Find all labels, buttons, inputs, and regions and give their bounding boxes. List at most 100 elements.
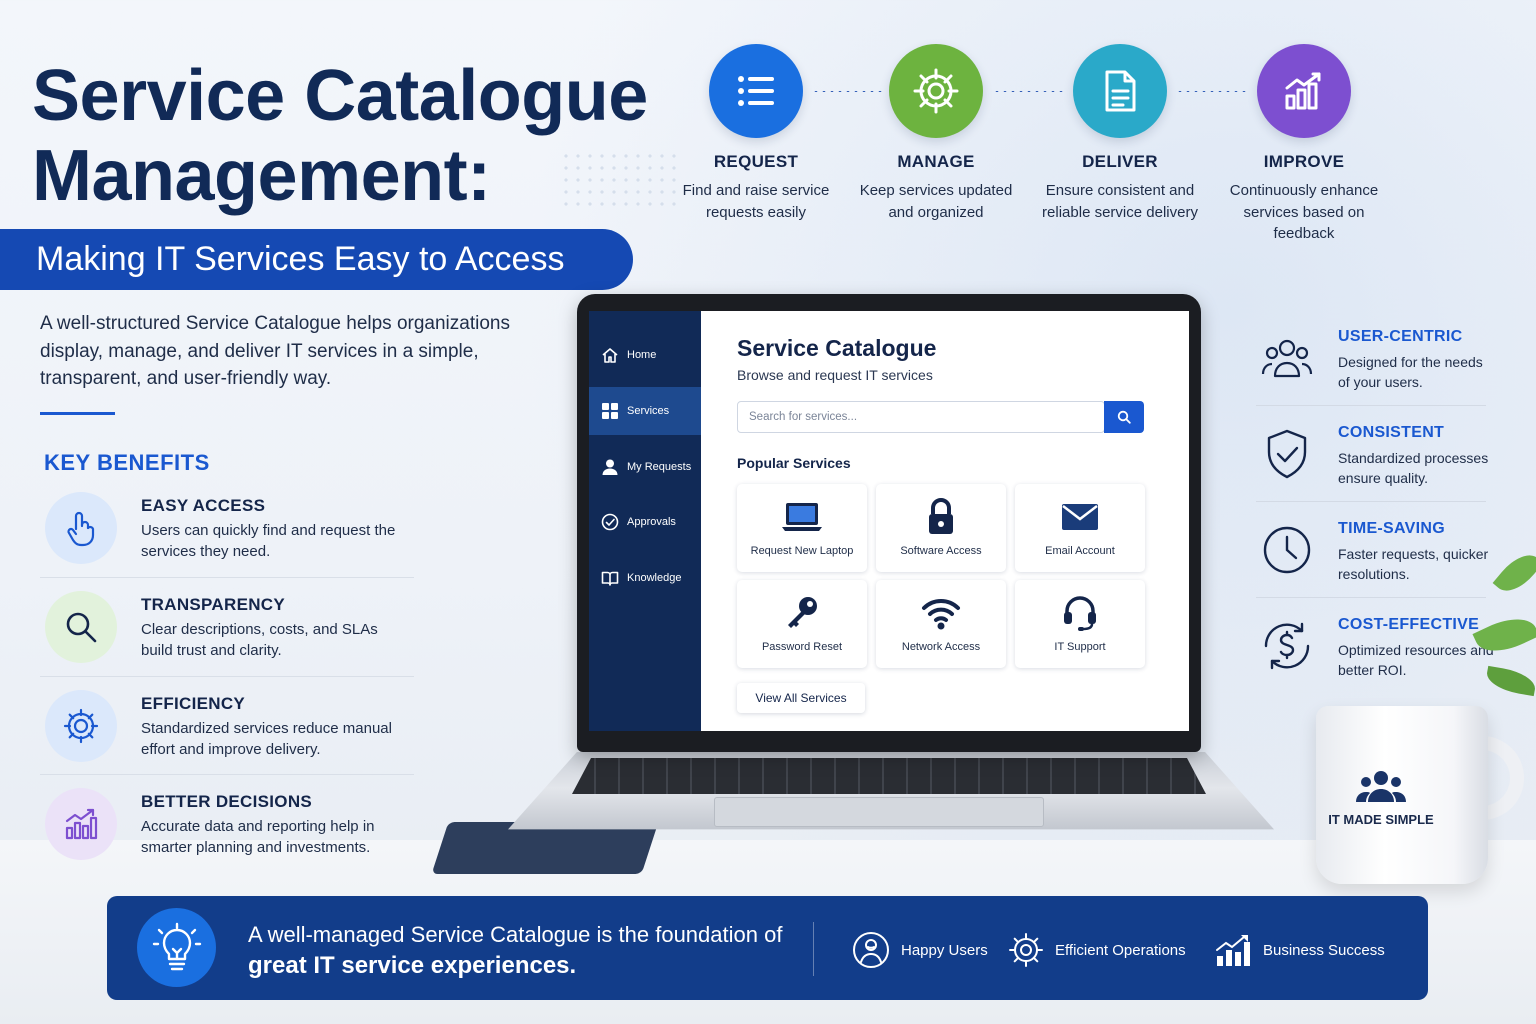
tile-label: IT Support — [1054, 641, 1106, 653]
happy-user-icon — [853, 932, 889, 968]
tile-software-access[interactable]: Software Access — [876, 484, 1006, 572]
footer-line-1: A well-managed Service Catalogue is the … — [248, 922, 783, 947]
search-button[interactable] — [1104, 401, 1144, 433]
benefit-desc: Clear descriptions, costs, and SLAs buil… — [141, 621, 378, 659]
tile-label: Network Access — [901, 641, 981, 653]
clock-icon — [1258, 522, 1316, 578]
step-title: MANAGE — [897, 152, 975, 171]
step-manage: MANAGE Keep services updated and organiz… — [851, 44, 1021, 223]
tile-password-reset[interactable]: Password Reset — [737, 580, 867, 668]
footer-item-label: Happy Users — [901, 941, 988, 959]
benefit-title: BETTER DECISIONS — [141, 792, 313, 811]
footer-line-2: great IT service experiences. — [248, 952, 577, 979]
feature-desc: Optimized resources and better ROI. — [1338, 642, 1494, 678]
nav-label: Home — [627, 349, 657, 361]
lightbulb-icon — [137, 908, 216, 987]
people-icon — [1356, 771, 1406, 802]
hand-pointer-icon — [45, 492, 117, 564]
benefit-desc: Users can quickly find and request the s… — [141, 522, 396, 560]
feature-divider — [1256, 501, 1486, 502]
feature-cost-effective: COST-EFFECTIVE Optimized resources and b… — [1256, 616, 1496, 702]
nav-item-approvals[interactable]: Approvals — [589, 498, 701, 546]
benefit-title: TRANSPARENCY — [141, 595, 286, 614]
feature-title: CONSISTENT — [1338, 424, 1445, 441]
search-icon — [1117, 410, 1131, 424]
step-desc: Continuously enhance services based on f… — [1229, 182, 1379, 242]
shield-check-icon — [1258, 426, 1316, 482]
list-icon — [709, 44, 803, 138]
key-benefits-heading: KEY BENEFITS — [44, 450, 210, 475]
subtitle-banner: Making IT Services Easy to Access — [0, 229, 633, 290]
step-desc: Find and raise service requests easily — [682, 182, 830, 221]
feature-title: COST-EFFECTIVE — [1338, 616, 1480, 633]
step-improve: IMPROVE Continuously enhance services ba… — [1219, 44, 1389, 245]
feature-consistent: CONSISTENT Standardized processes ensure… — [1256, 424, 1496, 510]
headset-icon — [1015, 594, 1145, 632]
check-circle-icon — [601, 513, 619, 531]
home-icon — [602, 348, 618, 363]
step-request: REQUEST Find and raise service requests … — [671, 44, 841, 223]
intro-divider — [40, 412, 115, 415]
nav-item-services[interactable]: Services — [589, 387, 701, 435]
tile-email-account[interactable]: Email Account — [1015, 484, 1145, 572]
feature-desc: Designed for the needs of your users. — [1338, 354, 1483, 390]
step-desc: Keep services updated and organized — [859, 182, 1013, 221]
feature-divider — [1256, 597, 1486, 598]
feature-user-centric: USER-CENTRIC Designed for the needs of y… — [1256, 328, 1496, 414]
nav-label: Approvals — [627, 516, 676, 528]
tile-request-new-laptop[interactable]: Request New Laptop — [737, 484, 867, 572]
magnifier-icon — [45, 591, 117, 663]
benefit-divider — [40, 774, 414, 775]
dollar-cycle-icon — [1258, 618, 1316, 674]
key-icon — [737, 594, 867, 632]
feature-title: USER-CENTRIC — [1338, 328, 1463, 345]
bar-chart-icon — [45, 788, 117, 860]
step-desc: Ensure consistent and reliable service d… — [1042, 182, 1198, 221]
growth-chart-icon — [1216, 935, 1250, 966]
footer-item-business-success: Business Success — [1213, 928, 1385, 972]
tile-label: Password Reset — [761, 641, 843, 653]
title-line-1: Service Catalogue — [32, 56, 648, 136]
notebook — [431, 822, 659, 874]
app-subtitle: Browse and request IT services — [737, 367, 933, 383]
nav-item-home[interactable]: Home — [589, 331, 701, 379]
nav-item-knowledge[interactable]: Knowledge — [589, 554, 701, 602]
step-title: REQUEST — [713, 152, 799, 171]
benefit-divider — [40, 676, 414, 677]
gear-icon — [889, 44, 983, 138]
benefit-transparency: TRANSPARENCY Clear descriptions, costs, … — [40, 591, 414, 689]
popular-services-heading: Popular Services — [737, 455, 851, 471]
step-title: DELIVER — [1082, 152, 1158, 171]
mug-text: IT MADE SIMPLE — [1328, 812, 1434, 827]
view-all-services-button[interactable]: View All Services — [737, 683, 865, 713]
feature-divider — [1256, 405, 1486, 406]
tile-label: Email Account — [1045, 545, 1115, 557]
nav-item-my-requests[interactable]: My Requests — [589, 443, 701, 491]
user-icon — [602, 459, 618, 475]
feature-title: TIME-SAVING — [1338, 520, 1446, 537]
intro-paragraph: A well-structured Service Catalogue help… — [40, 313, 510, 389]
envelope-icon — [1015, 498, 1145, 536]
gear-icon — [45, 690, 117, 762]
step-deliver: DELIVER Ensure consistent and reliable s… — [1035, 44, 1205, 223]
footer-item-happy-users: Happy Users — [851, 928, 988, 972]
book-icon — [601, 571, 619, 586]
search-input[interactable]: Search for services... — [737, 401, 1105, 433]
benefit-divider — [40, 577, 414, 578]
benefit-desc: Standardized services reduce manual effo… — [141, 720, 392, 758]
gear-icon — [1009, 933, 1043, 967]
benefit-easy-access: EASY ACCESS Users can quickly find and r… — [40, 492, 414, 590]
tile-it-support[interactable]: IT Support — [1015, 580, 1145, 668]
app-title: Service Catalogue — [737, 335, 937, 361]
laptop-icon — [737, 498, 867, 536]
tile-network-access[interactable]: Network Access — [876, 580, 1006, 668]
feature-time-saving: TIME-SAVING Faster requests, quicker res… — [1256, 520, 1496, 606]
benefit-title: EFFICIENCY — [141, 694, 246, 713]
nav-label: Services — [627, 405, 670, 417]
tile-label: Software Access — [900, 545, 982, 557]
app-sidebar: Home Services My Requests Approvals Know… — [589, 311, 701, 731]
lock-icon — [876, 498, 1006, 536]
laptop-keyboard — [572, 758, 1206, 794]
footer-item-efficient-operations: Efficient Operations — [1007, 928, 1186, 972]
benefit-title: EASY ACCESS — [141, 496, 266, 515]
